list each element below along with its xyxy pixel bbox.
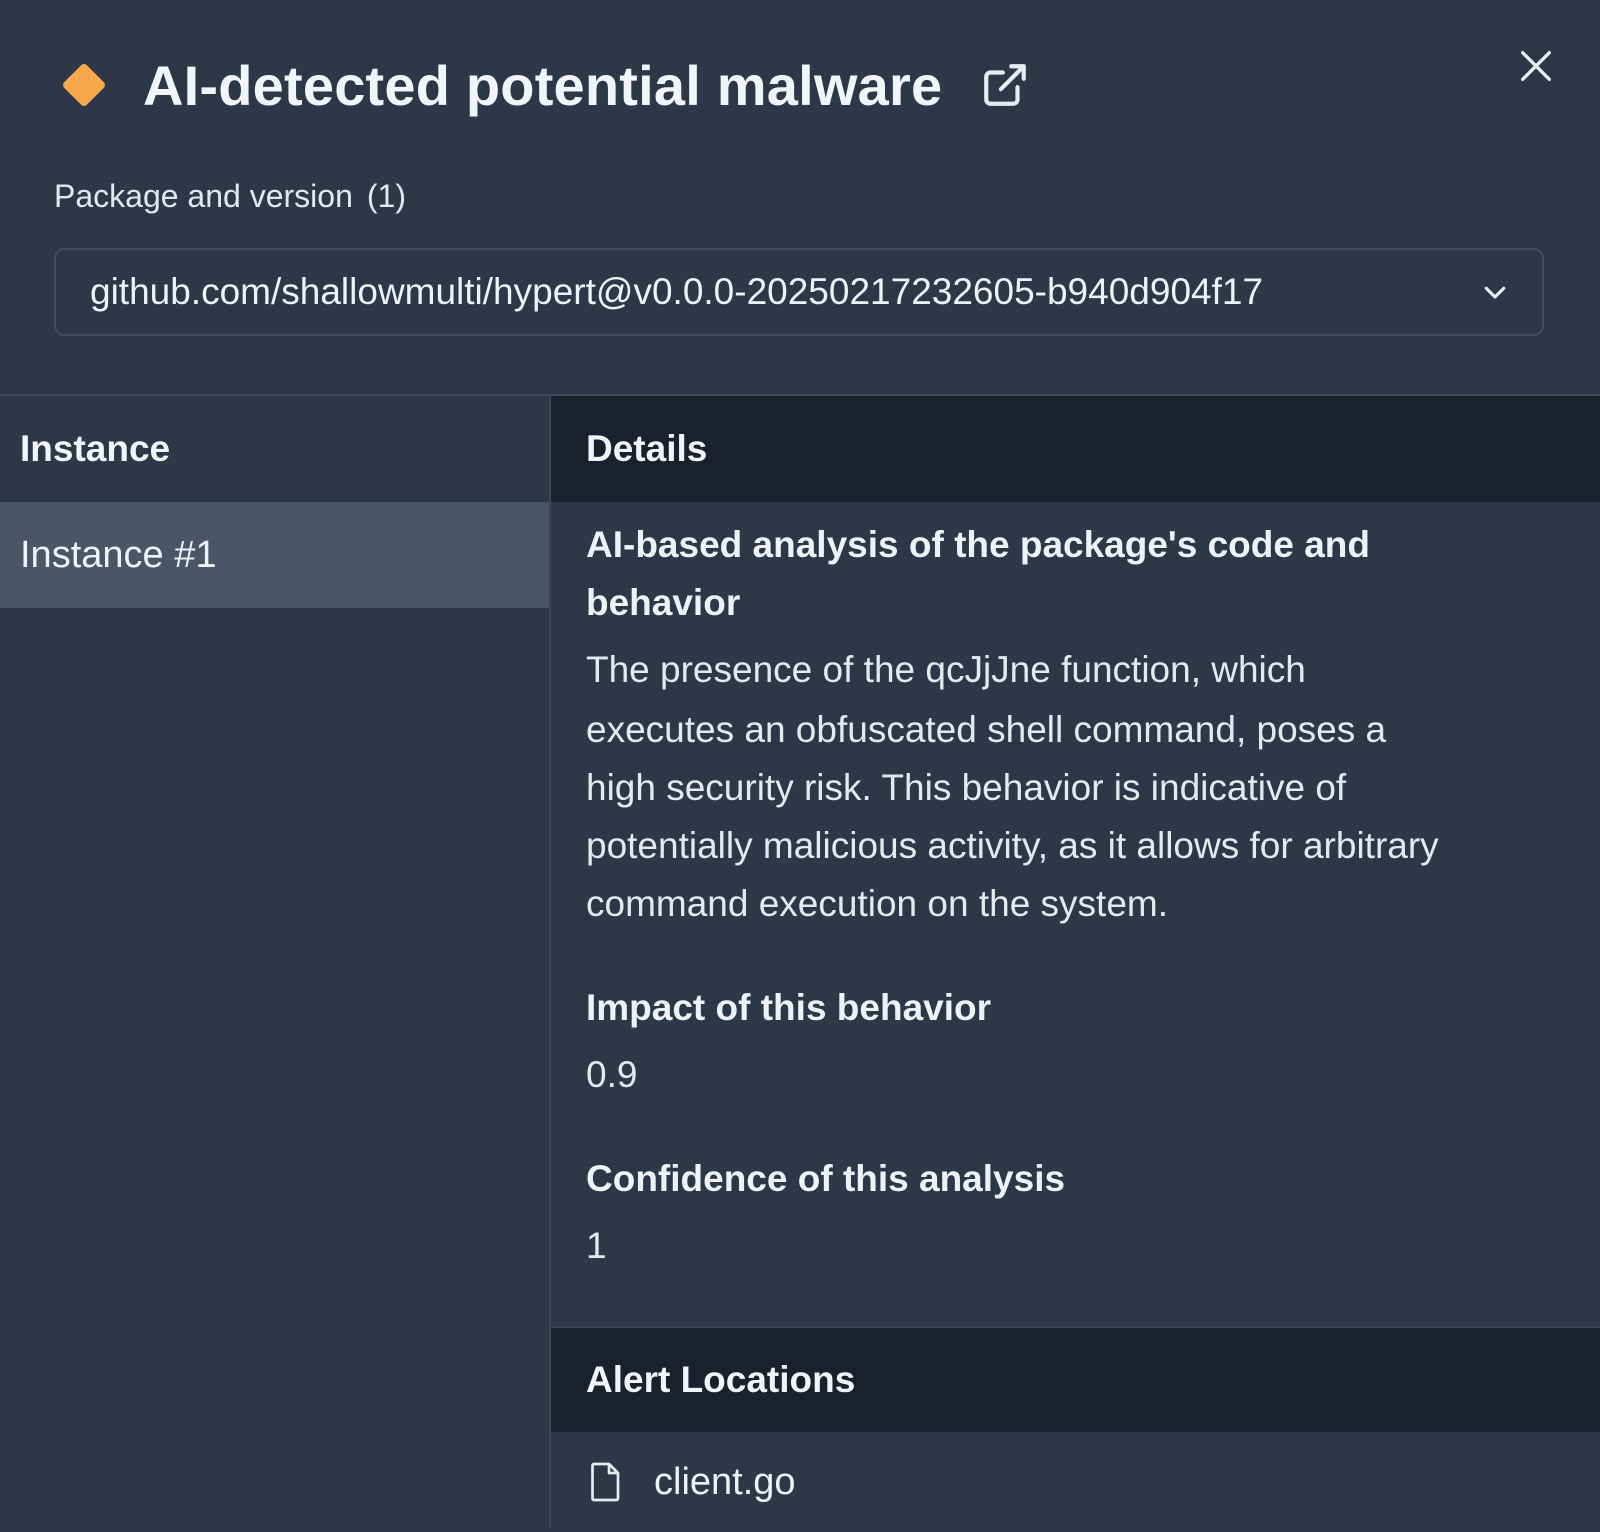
package-version-value: github.com/shallowmulti/hypert@v0.0.0-20… [90,271,1264,312]
file-name: client.go [654,1460,796,1503]
diamond-icon [55,56,113,114]
title-row: AI-detected potential malware [55,45,1030,125]
analysis-text-line: The presence of the qcJjJne function, wh… [586,649,1306,690]
analysis-title-line-2: behavior [586,582,741,623]
impact-title: Impact of this behavior [586,987,992,1028]
alert-header: AI-detected potential malware Package an… [0,0,1600,395]
close-button[interactable] [1514,44,1558,88]
close-icon [1521,51,1551,82]
file-icon [586,1459,626,1505]
analysis-text-line: potentially malicious activity, as it al… [586,825,1439,866]
details-panel: Details AI-based analysis of the package… [551,396,1600,1528]
instance-column-header: Instance [20,428,171,469]
chevron-down-icon [1478,275,1512,309]
details-column-header: Details [551,396,1600,502]
alert-location-file[interactable]: client.go [586,1432,796,1532]
confidence-value: 1 [586,1225,607,1266]
analysis-text-line: command execution on the system. [586,883,1169,924]
package-version-label: Package and version (1) [54,178,406,215]
alert-locations-header: Alert Locations [551,1326,1600,1432]
impact-value: 0.9 [586,1054,638,1095]
analysis-title-line-1: AI-based analysis of the package's code … [586,524,1371,565]
analysis-text-line: high security risk. This behavior is ind… [586,767,1347,808]
instance-item-1[interactable]: Instance #1 [0,502,549,608]
package-version-select[interactable]: github.com/shallowmulti/hypert@v0.0.0-20… [54,248,1544,336]
confidence-title: Confidence of this analysis [586,1158,1066,1199]
package-label-text: Package and version [54,178,353,214]
instance-panel: Instance Instance #1 [0,396,551,1528]
page-title: AI-detected potential malware [143,53,943,117]
analysis-text-line: executes an obfuscated shell command, po… [586,709,1387,750]
external-link-icon[interactable] [980,60,1030,110]
package-count: (1) [366,178,406,214]
